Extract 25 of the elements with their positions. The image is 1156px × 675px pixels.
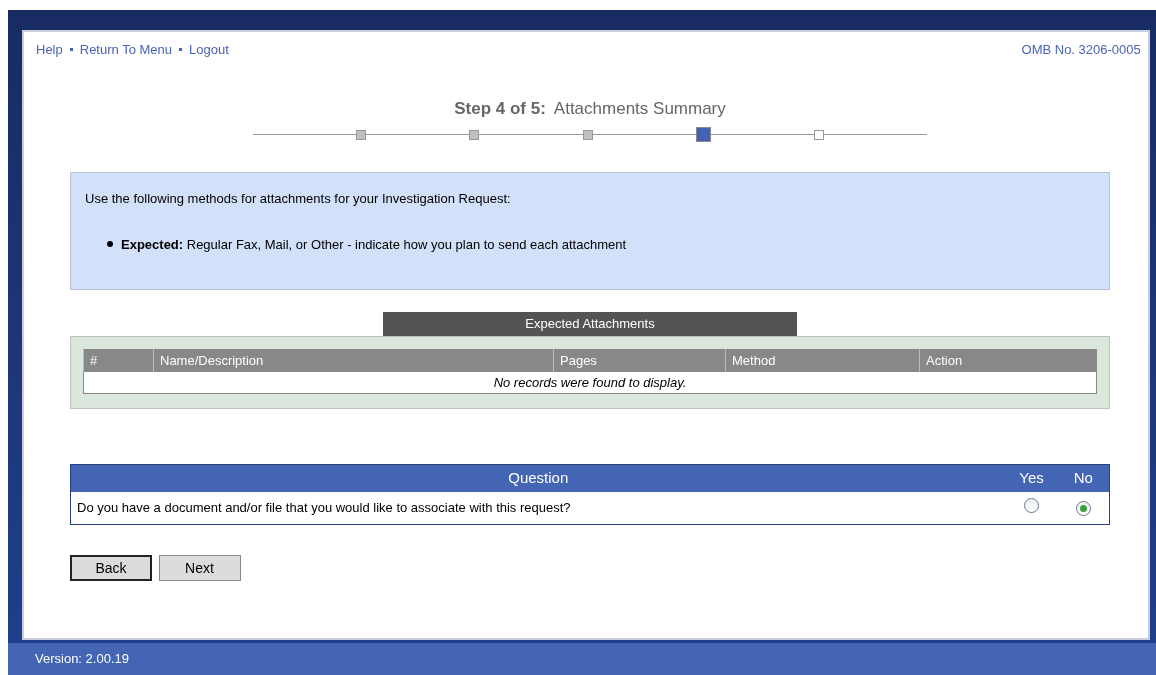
info-text: Expected: Regular Fax, Mail, or Other - indicate how you plan to send each attachment: [121, 235, 627, 254]
section-title: Expected Attachments: [383, 312, 797, 336]
radio-button[interactable]: [1024, 497, 1039, 513]
nav-link[interactable]: Help: [36, 40, 63, 60]
column-header: Name/Description: [153, 349, 554, 372]
column-header: Yes: [1005, 464, 1058, 492]
column-header: Pages: [553, 349, 726, 372]
column-header: Question: [70, 464, 1006, 492]
question-text: Do you have a document and/or file that you would like to associate with this request?: [70, 491, 1006, 525]
nav-link[interactable]: Return To Menu: [79, 40, 172, 60]
form-button[interactable]: Next: [158, 555, 241, 581]
version-status: Version: 2.00.19: [8, 643, 1156, 675]
form-button[interactable]: Back: [70, 555, 152, 581]
empty-message: No records were found to display.: [83, 371, 1097, 394]
nav-link[interactable]: Logout: [189, 40, 229, 60]
bullet-icon: [107, 241, 113, 248]
radio-button[interactable]: [1075, 501, 1091, 516]
step-title: Attachments Summary: [553, 98, 726, 118]
omb-number: OMB No. 3206-0005: [1021, 41, 1141, 59]
column-header: #: [83, 349, 154, 372]
step-label: Step 4 of 5:: [454, 98, 546, 118]
column-header: No: [1057, 464, 1110, 492]
column-header: Action: [919, 349, 1097, 372]
column-header: Method: [725, 349, 920, 372]
info-text: Use the following methods for attachments for your Investigation Request:: [85, 190, 512, 208]
